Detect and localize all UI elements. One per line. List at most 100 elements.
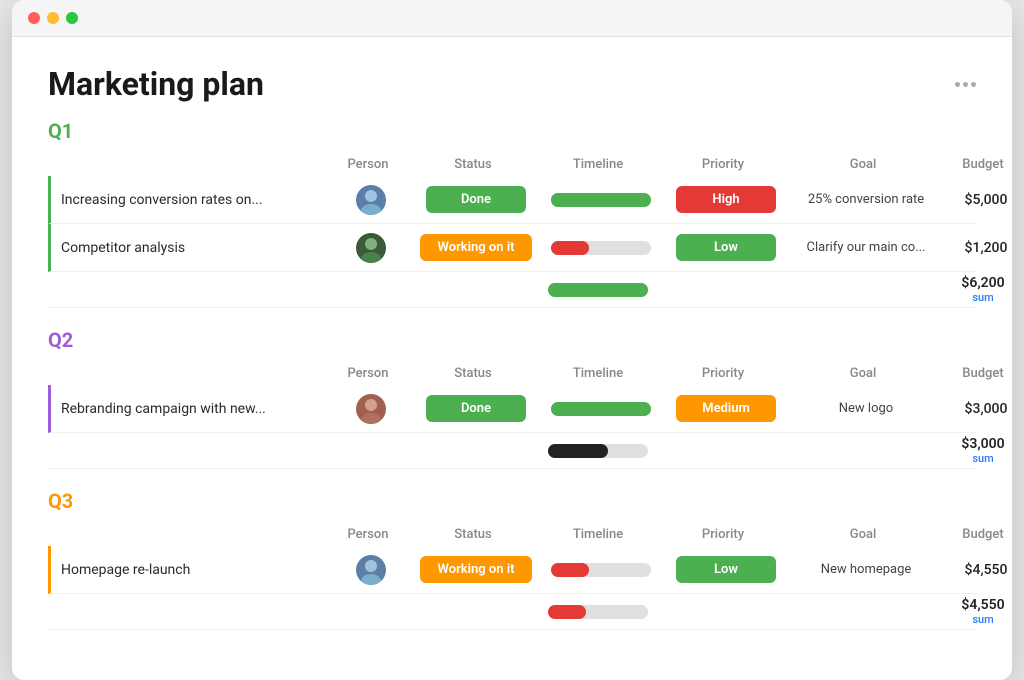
status-cell: Done (411, 395, 541, 422)
priority-cell: High (661, 186, 791, 213)
col-status: Status (408, 157, 538, 172)
avatar (356, 233, 386, 263)
priority-badge: Medium (676, 395, 776, 422)
col-person: Person (328, 157, 408, 172)
timeline-cell (541, 193, 661, 207)
table-row: Homepage re-launch Working on it Low New… (48, 546, 976, 594)
col-person: Person (328, 527, 408, 542)
sum-timeline-bar (548, 283, 648, 297)
status-badge: Done (426, 186, 526, 213)
timeline-fill (551, 402, 651, 416)
sum-label: sum (972, 291, 993, 304)
col-timeline: Timeline (538, 157, 658, 172)
timeline-bar (551, 241, 651, 255)
status-badge: Working on it (420, 556, 533, 583)
title-bar (12, 0, 1012, 37)
timeline-cell (541, 402, 661, 416)
timeline-fill (551, 563, 589, 577)
goal-cell: New logo (791, 401, 941, 416)
col-status: Status (408, 527, 538, 542)
goal-cell: 25% conversion rate (791, 192, 941, 207)
col-priority: Priority (658, 527, 788, 542)
priority-badge: Low (676, 556, 776, 583)
minimize-icon[interactable] (47, 12, 59, 24)
col-budget: Budget (938, 366, 1012, 381)
col-budget: Budget (938, 527, 1012, 542)
app-window: Marketing plan Q1 Person Status Timeline… (12, 0, 1012, 680)
col-status: Status (408, 366, 538, 381)
col-goal: Goal (788, 157, 938, 172)
sum-budget: $3,000 sum (938, 436, 1012, 465)
section-q3: Q3 Person Status Timeline Priority Goal … (12, 489, 1012, 650)
task-name: Competitor analysis (51, 240, 331, 256)
timeline-cell (541, 563, 661, 577)
col-goal: Goal (788, 366, 938, 381)
page-title: Marketing plan (48, 65, 264, 103)
budget-cell: $5,000 (941, 192, 1012, 208)
col-budget: Budget (938, 157, 1012, 172)
maximize-icon[interactable] (66, 12, 78, 24)
person-cell (331, 555, 411, 585)
person-cell (331, 185, 411, 215)
budget-cell: $3,000 (941, 401, 1012, 417)
q2-col-headers: Person Status Timeline Priority Goal Bud… (48, 360, 976, 385)
sum-timeline-cell (538, 283, 658, 297)
q1-label: Q1 (48, 119, 73, 143)
close-icon[interactable] (28, 12, 40, 24)
col-timeline: Timeline (538, 527, 658, 542)
section-header-q3: Q3 (48, 489, 976, 513)
sum-timeline-fill (548, 283, 648, 297)
col-person: Person (328, 366, 408, 381)
page-header: Marketing plan (12, 37, 1012, 119)
goal-cell: Clarify our main co... (791, 240, 941, 255)
timeline-fill (551, 193, 651, 207)
timeline-bar (551, 402, 651, 416)
task-name: Increasing conversion rates on... (51, 192, 331, 208)
more-options-button[interactable] (955, 82, 976, 87)
sum-timeline-bar (548, 444, 648, 458)
budget-cell: $4,550 (941, 562, 1012, 578)
timeline-bar (551, 193, 651, 207)
section-header-q2: Q2 (48, 328, 976, 352)
priority-badge: High (676, 186, 776, 213)
sum-row: $6,200 sum (48, 272, 976, 308)
q1-col-headers: Person Status Timeline Priority Goal Bud… (48, 151, 976, 176)
status-badge: Done (426, 395, 526, 422)
budget-cell: $1,200 (941, 240, 1012, 256)
avatar (356, 185, 386, 215)
sum-timeline-cell (538, 444, 658, 458)
goal-cell: New homepage (791, 562, 941, 577)
sum-timeline-cell (538, 605, 658, 619)
col-goal: Goal (788, 527, 938, 542)
col-priority: Priority (658, 366, 788, 381)
timeline-fill (551, 241, 589, 255)
priority-cell: Low (661, 234, 791, 261)
sum-row: $3,000 sum (48, 433, 976, 469)
table-row: Increasing conversion rates on... Done H… (48, 176, 976, 224)
avatar (356, 394, 386, 424)
priority-cell: Medium (661, 395, 791, 422)
col-task (48, 527, 328, 542)
col-task (48, 366, 328, 381)
sum-row: $4,550 sum (48, 594, 976, 630)
sum-budget: $4,550 sum (938, 597, 1012, 626)
col-timeline: Timeline (538, 366, 658, 381)
sum-label: sum (972, 452, 993, 465)
status-cell: Working on it (411, 234, 541, 261)
priority-badge: Low (676, 234, 776, 261)
task-name: Rebranding campaign with new... (51, 401, 331, 417)
q3-col-headers: Person Status Timeline Priority Goal Bud… (48, 521, 976, 546)
status-cell: Done (411, 186, 541, 213)
col-priority: Priority (658, 157, 788, 172)
section-q1: Q1 Person Status Timeline Priority Goal … (12, 119, 1012, 328)
status-badge: Working on it (420, 234, 533, 261)
person-cell (331, 233, 411, 263)
sum-budget: $6,200 sum (938, 275, 1012, 304)
sum-timeline-fill (548, 605, 586, 619)
section-q2: Q2 Person Status Timeline Priority Goal … (12, 328, 1012, 489)
sum-amount: $3,000 (961, 436, 1004, 452)
section-header-q1: Q1 (48, 119, 976, 143)
priority-cell: Low (661, 556, 791, 583)
table-row: Competitor analysis Working on it Low Cl… (48, 224, 976, 272)
q2-label: Q2 (48, 328, 73, 352)
